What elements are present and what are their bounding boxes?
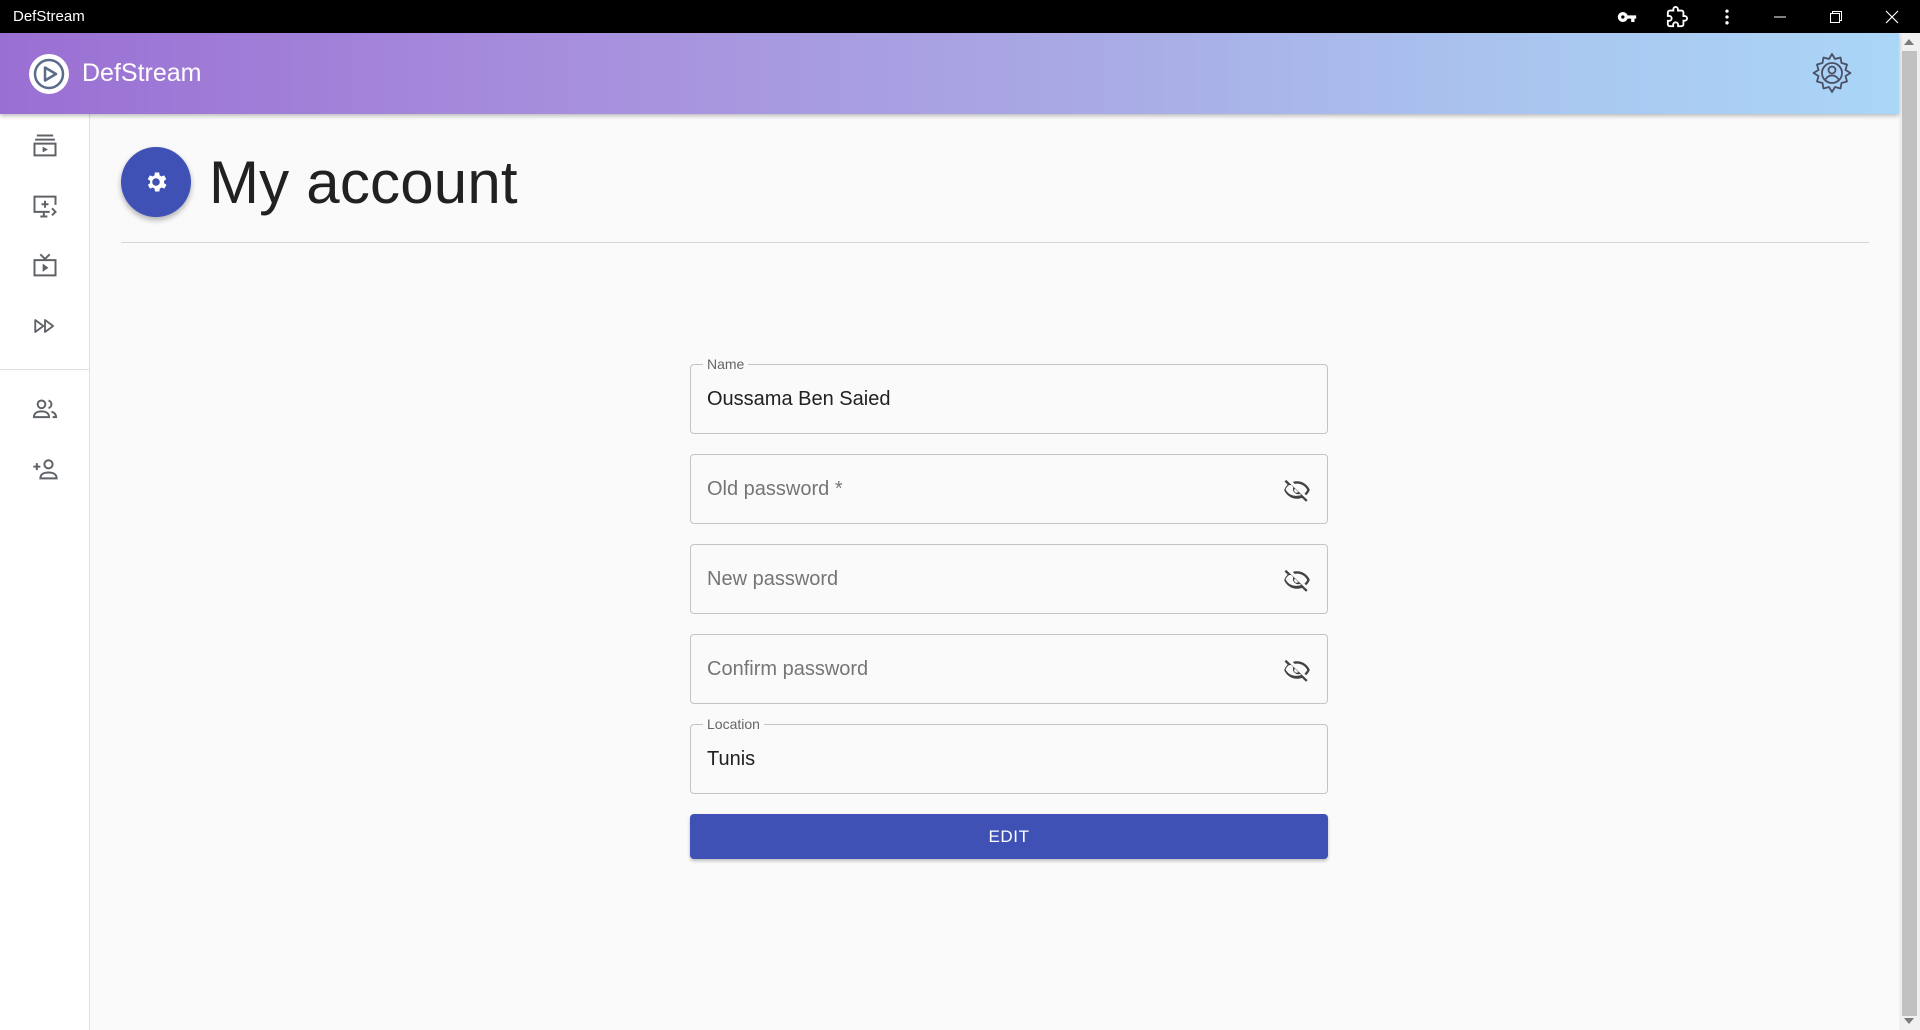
old-password-field[interactable]: Old password * (690, 454, 1328, 524)
close-icon[interactable] (1864, 0, 1920, 33)
fast-forward-icon (32, 313, 58, 344)
account-settings-icon[interactable] (1808, 49, 1856, 97)
restore-icon[interactable] (1808, 0, 1864, 33)
settings-icon (121, 147, 191, 217)
key-icon[interactable] (1602, 0, 1652, 33)
confirm-password-field[interactable]: Confirm password (690, 634, 1328, 704)
scroll-up-icon[interactable] (1904, 39, 1914, 45)
location-field[interactable]: Location Tunis (690, 716, 1328, 794)
sidebar (0, 114, 90, 1030)
sidebar-item-add-to-queue[interactable] (0, 178, 89, 238)
scrollbar-thumb[interactable] (1902, 51, 1917, 1016)
minimize-icon[interactable] (1752, 0, 1808, 33)
page-title: My account (209, 148, 518, 216)
live-tv-icon (31, 252, 59, 285)
extension-icon[interactable] (1652, 0, 1702, 33)
person-add-icon (31, 455, 59, 488)
sidebar-item-live-tv[interactable] (0, 238, 89, 298)
add-to-queue-icon (31, 192, 59, 225)
video-library-icon (31, 132, 59, 165)
visibility-off-icon[interactable] (1283, 566, 1311, 594)
visibility-off-icon[interactable] (1283, 656, 1311, 684)
play-logo-icon[interactable] (29, 53, 69, 94)
people-icon (31, 395, 59, 428)
window-title-bar: DefStream (0, 0, 1920, 33)
name-field[interactable]: Name Oussama Ben Saied (690, 356, 1328, 434)
sidebar-divider (0, 369, 89, 370)
confirm-password-placeholder: Confirm password (707, 658, 869, 680)
edit-button[interactable]: EDIT (690, 814, 1328, 859)
visibility-off-icon[interactable] (1283, 476, 1311, 504)
page-header: My account (121, 147, 518, 217)
sidebar-item-video-library[interactable] (0, 118, 89, 178)
location-value[interactable]: Tunis (707, 725, 755, 793)
scroll-down-icon[interactable] (1904, 1018, 1914, 1024)
header-divider (121, 242, 1869, 243)
sidebar-item-users[interactable] (0, 381, 89, 441)
sidebar-item-add-user[interactable] (0, 441, 89, 501)
app-header: DefStream (0, 33, 1899, 114)
scrollbar[interactable] (1899, 33, 1920, 1030)
brand-name: DefStream (82, 59, 202, 87)
name-value[interactable]: Oussama Ben Saied (707, 365, 890, 433)
old-password-placeholder: Old password * (707, 478, 843, 500)
new-password-field[interactable]: New password (690, 544, 1328, 614)
more-vert-icon[interactable] (1702, 0, 1752, 33)
sidebar-item-fast-forward[interactable] (0, 298, 89, 358)
window-title: DefStream (13, 8, 85, 25)
account-form: Name Oussama Ben Saied Old password * Ne… (690, 356, 1328, 859)
main-content: My account Name Oussama Ben Saied Old pa… (90, 114, 1899, 1030)
new-password-placeholder: New password (707, 568, 839, 590)
